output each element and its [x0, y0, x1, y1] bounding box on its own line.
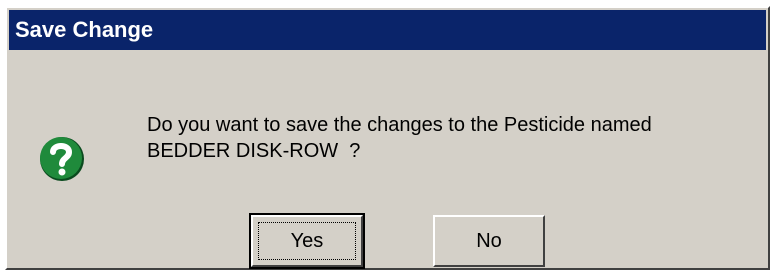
- question-icon: [37, 134, 85, 182]
- no-button-label: No: [476, 229, 502, 252]
- dialog-message: Do you want to save the changes to the P…: [147, 112, 652, 164]
- message-line-2: BEDDER DISK-ROW ?: [147, 140, 361, 162]
- title-bar[interactable]: Save Change: [9, 10, 766, 50]
- no-button[interactable]: No: [433, 215, 545, 267]
- message-line-1: Do you want to save the changes to the P…: [147, 114, 652, 136]
- focus-rectangle: [258, 222, 356, 260]
- dialog-title: Save Change: [15, 17, 154, 42]
- yes-button[interactable]: Yes: [249, 213, 365, 269]
- save-change-dialog: Save Change Do you want to save the chan…: [5, 6, 770, 270]
